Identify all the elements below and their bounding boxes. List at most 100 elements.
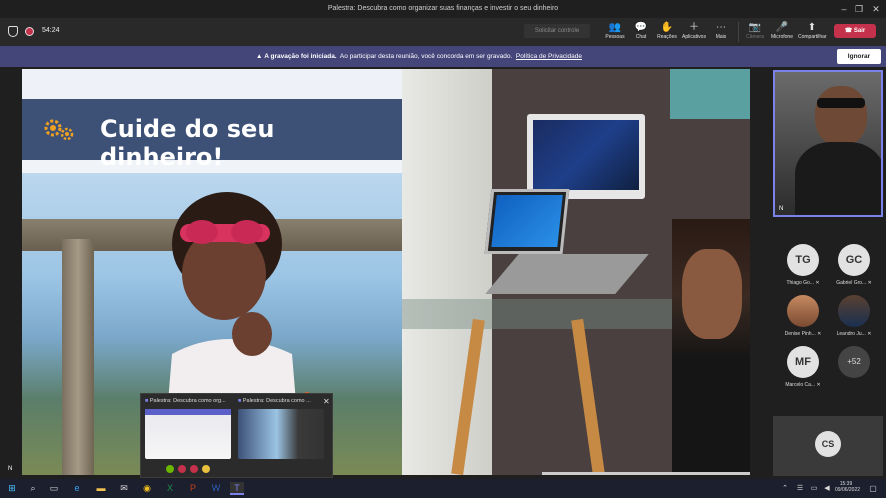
chrome-icon[interactable]: ◉ <box>140 482 154 495</box>
teams-taskbar-icon[interactable]: T <box>230 482 244 495</box>
windows-start-icon[interactable]: ⊞ <box>5 482 19 495</box>
taskbar: ⊞ ⌕ ▭ e ▬ ✉ ◉ X P W T ⌃ ☰ ▭ ◀ 15:39 09/0… <box>0 479 886 498</box>
network-icon[interactable]: ⌃ <box>778 482 792 495</box>
mail-icon[interactable]: ✉ <box>117 482 131 495</box>
monitor-screen <box>533 120 639 190</box>
close-preview-icon[interactable]: ✕ <box>323 397 330 406</box>
window-title: Palestra: Descubra como organizar suas f… <box>327 5 559 12</box>
preview-item[interactable]: ■ Palestra: Descubra como org... <box>145 398 237 404</box>
reactions-button[interactable]: ✋ Reações <box>653 22 681 40</box>
mic-muted-icon: ✕ <box>815 280 820 286</box>
warning-icon: ▲ <box>256 53 265 60</box>
call-control-icon[interactable] <box>190 465 198 473</box>
recording-banner: ▲ A gravação foi iniciada. Ao participar… <box>0 46 886 67</box>
reactions-icon: ✋ <box>660 22 674 33</box>
call-control-icon[interactable] <box>166 465 174 473</box>
stage-initial: N <box>8 466 13 472</box>
participant-tile[interactable]: MF Marcelo Ca... ✕ <box>778 346 828 388</box>
mic-muted-icon: ✕ <box>817 331 822 337</box>
phone-icon: ☎ <box>844 28 854 34</box>
volume-icon[interactable]: ◀ <box>820 482 834 495</box>
mic-muted-icon: ✕ <box>867 280 872 286</box>
privacy-policy-link[interactable]: Política de Privacidade <box>516 53 582 60</box>
participant-tile[interactable]: Denise Pinh... ✕ <box>778 295 828 337</box>
preview-item[interactable]: ■ Palestra: Descubra como ... <box>238 398 330 404</box>
mic-icon: 🎤 <box>775 22 789 33</box>
word-icon[interactable]: W <box>209 482 223 495</box>
more-icon: ⋯ <box>716 22 726 33</box>
maximize-icon[interactable]: ❐ <box>851 2 867 16</box>
avatar <box>787 295 819 327</box>
participant-name: Thiago Go... <box>786 280 814 286</box>
photo-pillar <box>62 239 94 475</box>
banner-message: ▲ A gravação foi iniciada. Ao participar… <box>256 53 582 60</box>
task-view-icon[interactable]: ▭ <box>47 482 61 495</box>
laptop-screen <box>491 195 563 247</box>
clock[interactable]: 15:39 09/06/2022 <box>835 481 861 493</box>
meeting-control-bar: 54:24 Solicitar controle 👥 Pessoas 💬 Chat … <box>0 18 886 46</box>
minimize-icon[interactable]: – <box>836 2 852 16</box>
mic-muted-icon: ✕ <box>867 331 872 337</box>
laptop <box>484 189 570 254</box>
self-video[interactable]: N <box>773 70 883 217</box>
camera-button[interactable]: 📷 Câmera <box>741 22 769 40</box>
mic-muted-icon: ✕ <box>816 382 821 388</box>
people-icon: 👥 <box>608 22 622 33</box>
share-button[interactable]: ⬆ Compartilhar <box>798 22 827 40</box>
people-button[interactable]: 👥 Pessoas <box>601 22 629 40</box>
leave-button[interactable]: ☎ Sair <box>834 24 876 38</box>
self-initial: N <box>779 206 784 212</box>
taskbar-preview-popup: ■ Palestra: Descubra como org... ■ Pales… <box>140 393 333 478</box>
preview-thumbnail[interactable] <box>145 409 231 459</box>
battery-icon[interactable]: ▭ <box>807 482 821 495</box>
teams-icon: ■ <box>238 398 242 404</box>
presenter-glasses <box>817 98 865 108</box>
edge-icon[interactable]: e <box>70 482 84 495</box>
child-in-camera <box>672 219 750 475</box>
participant-tile[interactable]: GC Gabriel Gro... ✕ <box>829 244 879 286</box>
recording-icon <box>25 27 34 36</box>
meeting-timer: 54:24 <box>42 27 60 34</box>
excel-icon[interactable]: X <box>163 482 177 495</box>
call-control-icon[interactable] <box>178 465 186 473</box>
cabinet <box>402 69 492 475</box>
apps-icon: ＋ <box>689 22 699 33</box>
close-icon[interactable]: ✕ <box>868 2 884 16</box>
microphone-button[interactable]: 🎤 Microfone <box>768 22 796 40</box>
teams-icon: ■ <box>145 398 149 404</box>
banner-text: Ao participar desta reunião, você concor… <box>339 53 513 60</box>
child-face <box>682 249 742 339</box>
participant-tile-cs[interactable]: CS <box>773 416 883 476</box>
share-icon: ⬆ <box>807 22 817 33</box>
slide-top <box>22 69 402 99</box>
ignore-button[interactable]: Ignorar <box>837 49 881 64</box>
participant-tile[interactable]: TG Thiago Go... ✕ <box>778 244 828 286</box>
more-participants-button[interactable]: +52 <box>829 346 879 382</box>
file-explorer-icon[interactable]: ▬ <box>94 482 108 495</box>
participant-tile[interactable]: Leandro Ju... ✕ <box>829 295 879 337</box>
preview-title: Palestra: Descubra como org... <box>149 398 226 404</box>
stage-scroll-bar <box>542 472 750 475</box>
clock-date: 09/06/2022 <box>835 487 861 493</box>
powerpoint-icon[interactable]: P <box>186 482 200 495</box>
chat-button[interactable]: 💬 Chat <box>627 22 655 40</box>
notifications-icon[interactable]: ▢ <box>866 482 880 495</box>
participant-name: Denise Pinh... <box>784 331 816 337</box>
wall-poster <box>670 69 750 119</box>
preview-thumbnail[interactable] <box>238 409 324 459</box>
window-title-bar: Palestra: Descubra como organizar suas f… <box>0 0 886 18</box>
participant-name: Marcelo Ca... <box>785 382 816 388</box>
banner-strong: A gravação foi iniciada. <box>264 53 337 60</box>
presenter-face <box>815 86 867 146</box>
preview-title: Palestra: Descubra como ... <box>242 398 311 404</box>
call-control-icon[interactable] <box>202 465 210 473</box>
more-participants-count: +52 <box>838 346 870 378</box>
thumbnail-header <box>145 409 231 415</box>
avatar: TG <box>787 244 819 276</box>
request-control-button[interactable]: Solicitar controle <box>524 24 590 38</box>
more-button[interactable]: ⋯ Mais <box>707 22 735 40</box>
chat-icon: 💬 <box>634 22 648 33</box>
wifi-icon[interactable]: ☰ <box>793 482 807 495</box>
apps-button[interactable]: ＋ Aplicativos <box>680 22 708 40</box>
search-icon[interactable]: ⌕ <box>26 482 40 495</box>
